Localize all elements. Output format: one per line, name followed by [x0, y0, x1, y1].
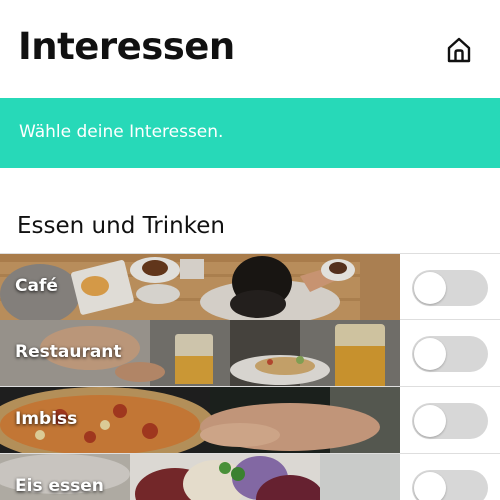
info-banner: Wähle deine Interessen.	[0, 98, 500, 168]
interest-label: Restaurant	[15, 342, 122, 362]
toggle-knob	[414, 472, 446, 500]
interest-toggle-restaurant[interactable]	[412, 336, 488, 372]
interest-toggle-cafe[interactable]	[412, 270, 488, 306]
toggle-knob	[414, 272, 446, 304]
interest-label: Café	[15, 276, 58, 296]
interest-row-eis-essen[interactable]: Eis essen	[0, 454, 500, 500]
app-header: Interessen	[0, 0, 500, 98]
toggle-knob	[414, 405, 446, 437]
banner-text: Wähle deine Interessen.	[19, 122, 224, 142]
interest-list: Café Restaurant Imbiss Eis essen	[0, 253, 500, 500]
home-button[interactable]	[443, 34, 475, 66]
interest-row-cafe[interactable]: Café	[0, 253, 500, 320]
toggle-knob	[414, 338, 446, 370]
interest-row-imbiss[interactable]: Imbiss	[0, 387, 500, 454]
home-icon	[447, 37, 471, 63]
cafe-photo	[0, 254, 400, 320]
section-title: Essen und Trinken	[17, 213, 225, 239]
interest-label: Eis essen	[15, 476, 104, 496]
interest-toggle-eis-essen[interactable]	[412, 470, 488, 500]
page-title: Interessen	[18, 25, 235, 68]
interest-label: Imbiss	[15, 409, 78, 429]
interest-row-restaurant[interactable]: Restaurant	[0, 320, 500, 387]
interest-toggle-imbiss[interactable]	[412, 403, 488, 439]
